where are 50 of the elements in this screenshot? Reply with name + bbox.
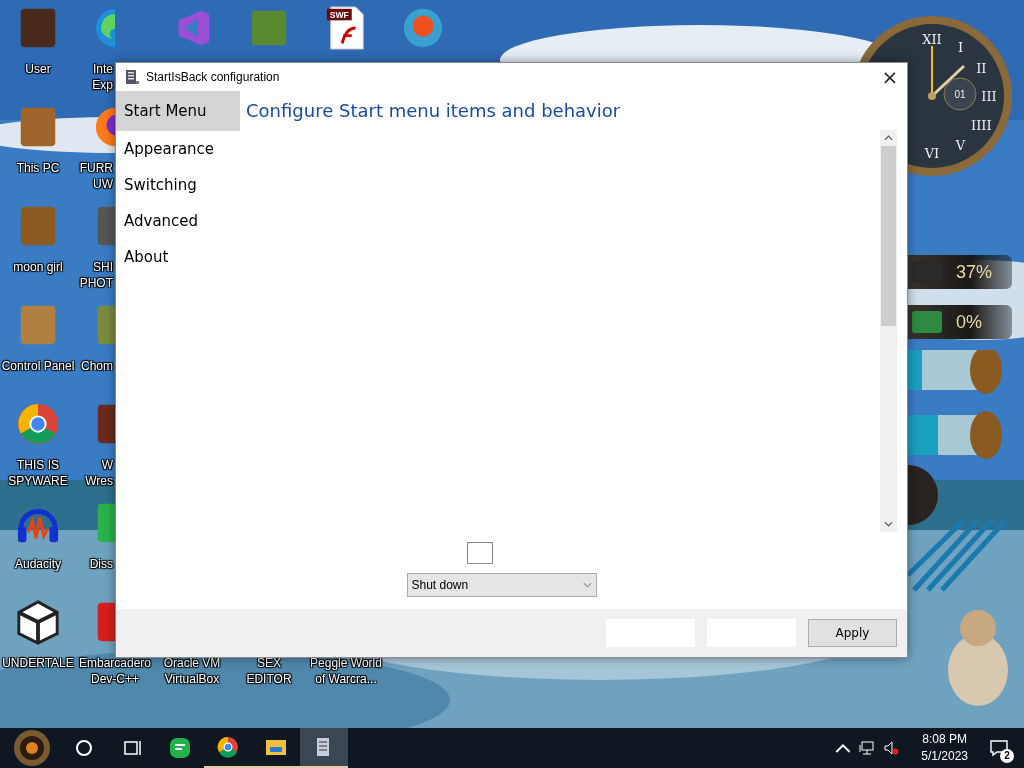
close-button[interactable]: × <box>875 63 905 91</box>
icon-label: Audacity <box>15 556 61 572</box>
scroll-up-icon[interactable] <box>884 135 893 141</box>
icon-label: Chom <box>80 358 113 374</box>
caret-icon[interactable] <box>582 582 592 588</box>
meter-reading: 37% <box>956 261 993 283</box>
icon-label: SPYWARE <box>8 473 68 489</box>
icon-label: Oracle VM <box>163 655 221 671</box>
sidebar-tab[interactable]: Start Menu <box>116 91 240 131</box>
app-icon <box>124 69 140 85</box>
icon-label: Exp <box>91 77 113 93</box>
ring-logo-icon[interactable] <box>216 735 240 759</box>
icon-label: VirtualBox <box>164 671 220 687</box>
icon-label: User <box>25 61 51 77</box>
icon-label: Diss <box>88 556 113 572</box>
icon-label: SEX <box>257 655 281 671</box>
icon-label: moon girl <box>13 259 63 275</box>
icon-label: UW <box>92 176 113 192</box>
scrollbar[interactable] <box>880 130 897 532</box>
icon-label: Dev-C++ <box>91 671 139 687</box>
dropdown[interactable]: Shut down <box>406 573 597 597</box>
clock-date[interactable]: 5/1/2023 <box>921 748 968 765</box>
cube-logo-icon[interactable] <box>15 599 61 645</box>
icon-label: PHOT <box>78 275 113 291</box>
icon-label: Wres <box>84 473 113 489</box>
checkbox[interactable] <box>466 542 493 564</box>
icon-label: SHI <box>92 259 113 275</box>
icon-label: EDITOR <box>246 671 292 687</box>
meter-reading: 0% <box>956 311 982 333</box>
chat-icon[interactable] <box>168 736 192 760</box>
notifications-button[interactable]: 2 <box>984 733 1014 763</box>
icon-label: Embarcadero <box>78 655 151 671</box>
window-title: StartIsBack configuration <box>146 70 281 84</box>
icon-label: W <box>100 457 113 473</box>
icon-label: Control Panel <box>1 358 75 374</box>
icon-label: UNDERTALE <box>2 655 74 671</box>
icon-label: This PC <box>16 160 60 176</box>
scroll-down-icon[interactable] <box>884 521 893 527</box>
icon-label: Peggle World <box>310 655 382 671</box>
network-icon[interactable] <box>859 740 876 756</box>
volume-muted-icon[interactable] <box>883 740 900 756</box>
icon-label: FURR <box>78 160 113 176</box>
clock-time[interactable]: 8:08 PM <box>922 731 967 748</box>
apply-button[interactable]: Apply <box>808 619 897 647</box>
icon-label: THIS IS <box>17 457 59 473</box>
gear-orb-icon[interactable] <box>12 728 52 768</box>
icon-label: Inte <box>92 61 113 77</box>
icon-label: of Warcra... <box>315 671 377 687</box>
page-heading: Configure Start menu items and behavior <box>246 99 622 123</box>
taskbar-button[interactable] <box>300 728 348 768</box>
